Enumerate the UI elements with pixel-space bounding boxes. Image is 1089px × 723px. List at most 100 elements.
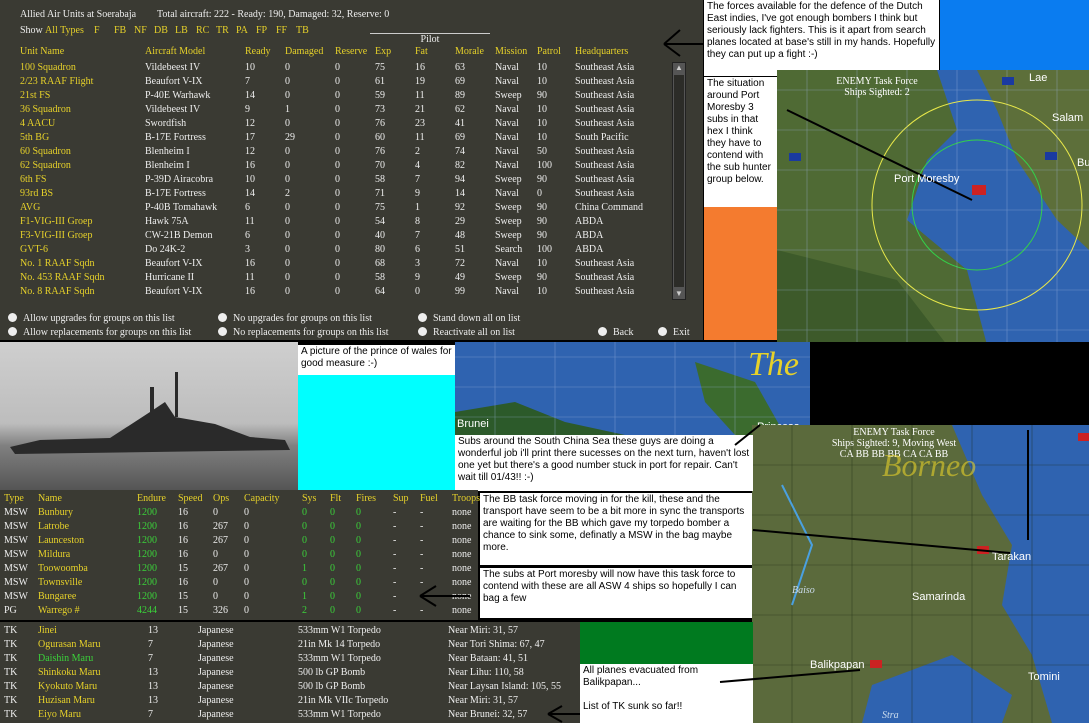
- air-unit-row[interactable]: 21st FS P-40E Warhawk 14 0 0 59 11 89 Sweep 90 Sou…: [0, 90, 670, 104]
- ship-row[interactable]: MSW Toowoomba 1200 15 267 0 1 0 0 - - none: [0, 563, 478, 577]
- ship-row[interactable]: MSW Townsville 1200 16 0 0 0 0 0 - - none: [0, 577, 478, 591]
- ship-col-header[interactable]: Fuel: [420, 493, 438, 504]
- air-cell: 3: [415, 258, 420, 269]
- filter-pa[interactable]: PA: [236, 25, 248, 36]
- tk-row[interactable]: TK Ogurasan Maru 7 Japanese 21in Mk 14 Torpe…: [0, 639, 578, 653]
- ship-cell: MSW: [4, 535, 28, 546]
- map-port-moresby[interactable]: ENEMY Task Force Ships Sighted: 2 Lae Sal…: [777, 70, 1089, 345]
- ship-col-header[interactable]: Endure: [137, 493, 166, 504]
- filter-nf[interactable]: NF: [134, 25, 147, 36]
- air-col-header[interactable]: Unit Name: [20, 46, 64, 57]
- scroll-up-icon[interactable]: ▲: [674, 63, 684, 73]
- allow-replacements-button[interactable]: Allow replacements for groups on this li…: [8, 327, 191, 338]
- filter-f[interactable]: F: [94, 25, 100, 36]
- air-unit-row[interactable]: 2/23 RAAF Flight Beaufort V-IX 7 0 0 61 19 69 Na…: [0, 76, 670, 90]
- air-cell: 90: [537, 216, 547, 227]
- tk-row[interactable]: TK Daishin Maru 7 Japanese 533mm W1 Torpedo N…: [0, 653, 578, 667]
- no-replacements-button[interactable]: No replacements for groups on this list: [218, 327, 389, 338]
- air-unit-row[interactable]: 62 Squadron Blenheim I 16 0 0 70 4 82 Naval 100 So…: [0, 160, 670, 174]
- ship-row[interactable]: MSW Bungaree 1200 15 0 0 1 0 0 - - none: [0, 591, 478, 605]
- air-unit-row[interactable]: No. 1 RAAF Sqdn Beaufort V-IX 16 0 0 68 3 72 Nav…: [0, 258, 670, 272]
- tk-row[interactable]: TK Huzisan Maru 13 Japanese 21in Mk VIIc Tor…: [0, 695, 578, 709]
- ship-col-header[interactable]: Capacity: [244, 493, 280, 504]
- air-col-header[interactable]: Morale: [455, 46, 484, 57]
- ship-cell: 1: [302, 591, 307, 602]
- ship-col-header[interactable]: Sys: [302, 493, 316, 504]
- ship-cell: 0: [244, 507, 249, 518]
- air-unit-row[interactable]: 100 Squadron Vildebeest IV 10 0 0 75 16 63 Naval…: [0, 62, 670, 76]
- back-button[interactable]: Back: [598, 327, 634, 338]
- ship-col-header[interactable]: Name: [38, 493, 62, 504]
- air-unit-row[interactable]: 4 AACU Swordfish 12 0 0 76 23 41 Naval 10 Southeas…: [0, 118, 670, 132]
- tk-row[interactable]: TK Eiyo Maru 7 Japanese 533mm W1 Torpedo Near…: [0, 709, 578, 723]
- air-col-header[interactable]: Aircraft Model: [145, 46, 205, 57]
- air-col-header[interactable]: Patrol: [537, 46, 561, 57]
- air-col-header[interactable]: Headquarters: [575, 46, 628, 57]
- air-unit-row[interactable]: F3-VIG-III Groep CW-21B Demon 6 0 0 40 7 48 Swee…: [0, 230, 670, 244]
- scroll-down-icon[interactable]: ▼: [674, 289, 684, 299]
- air-unit-row[interactable]: GVT-6 Do 24K-2 3 0 0 80 6 51 Search 100 ABDA: [0, 244, 670, 258]
- air-unit-row[interactable]: F1-VIG-III Groep Hawk 75A 11 0 0 54 8 29 Sweep 90…: [0, 216, 670, 230]
- filter-rc[interactable]: RC: [196, 25, 209, 36]
- air-unit-row[interactable]: AVG P-40B Tomahawk 6 0 0 75 1 92 Sweep 90 China Co…: [0, 202, 670, 216]
- ship-cell: 1200: [137, 591, 157, 602]
- air-unit-row[interactable]: No. 453 RAAF Sqdn Hurricane II 11 0 0 58 9 49 Sw…: [0, 272, 670, 286]
- tk-cell: Near Brunei: 32, 57: [448, 709, 528, 720]
- air-col-header[interactable]: Damaged: [285, 46, 323, 57]
- air-unit-row[interactable]: 6th FS P-39D Airacobra 10 0 0 58 7 94 Sweep 90 Sou…: [0, 174, 670, 188]
- map-borneo[interactable]: ENEMY Task Force Ships Sighted: 9, Moving…: [752, 425, 1089, 723]
- no-upgrades-button[interactable]: No upgrades for groups on this list: [218, 313, 372, 324]
- filter-all-types[interactable]: All Types: [45, 25, 84, 36]
- tk-row[interactable]: TK Jinei 13 Japanese 533mm W1 Torpedo Near Mi…: [0, 625, 578, 639]
- air-cell: 0: [285, 174, 290, 185]
- scroll-thumb[interactable]: [674, 75, 684, 287]
- ship-col-header[interactable]: Troops: [452, 493, 480, 504]
- ship-col-header[interactable]: Speed: [178, 493, 202, 504]
- filter-tr[interactable]: TR: [216, 25, 229, 36]
- tk-cell: 7: [148, 653, 153, 664]
- ship-row[interactable]: MSW Mildura 1200 16 0 0 0 0 0 - - none: [0, 549, 478, 563]
- ship-cell: 15: [178, 605, 188, 616]
- ship-row[interactable]: MSW Latrobe 1200 16 267 0 0 0 0 - - none: [0, 521, 478, 535]
- tk-row[interactable]: TK Kyokuto Maru 13 Japanese 500 lb GP Bomb Ne…: [0, 681, 578, 695]
- air-unit-row[interactable]: 36 Squadron Vildebeest IV 9 1 0 73 21 62 Naval 10…: [0, 104, 670, 118]
- air-col-header[interactable]: Fat: [415, 46, 428, 57]
- tk-cell: Japanese: [198, 695, 234, 706]
- map-south-china-sea[interactable]: The Brunei Princesa: [455, 342, 810, 435]
- reactivate-all-button[interactable]: Reactivate all on list: [418, 327, 515, 338]
- ship-row[interactable]: MSW Launceston 1200 16 267 0 0 0 0 - - none: [0, 535, 478, 549]
- ship-col-header[interactable]: Type: [4, 493, 24, 504]
- ship-col-header[interactable]: Flt: [330, 493, 341, 504]
- filter-fp[interactable]: FP: [256, 25, 267, 36]
- ship-row[interactable]: PG Warrego # 4244 15 326 0 2 0 0 - - none: [0, 605, 478, 619]
- air-col-header[interactable]: Mission: [495, 46, 527, 57]
- air-unit-row[interactable]: 60 Squadron Blenheim I 12 0 0 76 2 74 Naval 50 Sou…: [0, 146, 670, 160]
- exit-button[interactable]: Exit: [658, 327, 690, 338]
- filter-db[interactable]: DB: [154, 25, 168, 36]
- air-unit-row[interactable]: 5th BG B-17E Fortress 17 29 0 60 11 69 Naval 10 So…: [0, 132, 670, 146]
- ship-col-header[interactable]: Ops: [213, 493, 229, 504]
- air-cell: 0: [335, 146, 340, 157]
- air-col-header[interactable]: Exp: [375, 46, 391, 57]
- air-unit-row[interactable]: No. 8 RAAF Sqdn Beaufort V-IX 16 0 0 64 0 99 Nav…: [0, 286, 670, 300]
- filter-tb[interactable]: TB: [296, 25, 309, 36]
- filter-fb[interactable]: FB: [114, 25, 126, 36]
- ship-cell: 0: [330, 507, 335, 518]
- air-cell: Sweep: [495, 230, 522, 241]
- stand-down-button[interactable]: Stand down all on list: [418, 313, 520, 324]
- air-col-header[interactable]: Ready: [245, 46, 271, 57]
- air-cell: 0: [415, 286, 420, 297]
- tk-row[interactable]: TK Shinkoku Maru 13 Japanese 500 lb GP Bomb N…: [0, 667, 578, 681]
- air-cell: 3: [245, 244, 250, 255]
- filter-ff[interactable]: FF: [276, 25, 287, 36]
- arrow-icon: [218, 313, 227, 322]
- filter-lb[interactable]: LB: [175, 25, 188, 36]
- ship-col-header[interactable]: Sup: [393, 493, 409, 504]
- ship-cell: MSW: [4, 549, 28, 560]
- ship-col-header[interactable]: Fires: [356, 493, 376, 504]
- air-col-header[interactable]: Reserve: [335, 46, 367, 57]
- ship-row[interactable]: MSW Bunbury 1200 16 0 0 0 0 0 - - none: [0, 507, 478, 521]
- air-unit-row[interactable]: 93rd BS B-17E Fortress 14 2 0 71 9 14 Naval 0 Sout…: [0, 188, 670, 202]
- allow-upgrades-button[interactable]: Allow upgrades for groups on this list: [8, 313, 175, 324]
- air-list-scrollbar[interactable]: ▲ ▼: [672, 62, 686, 300]
